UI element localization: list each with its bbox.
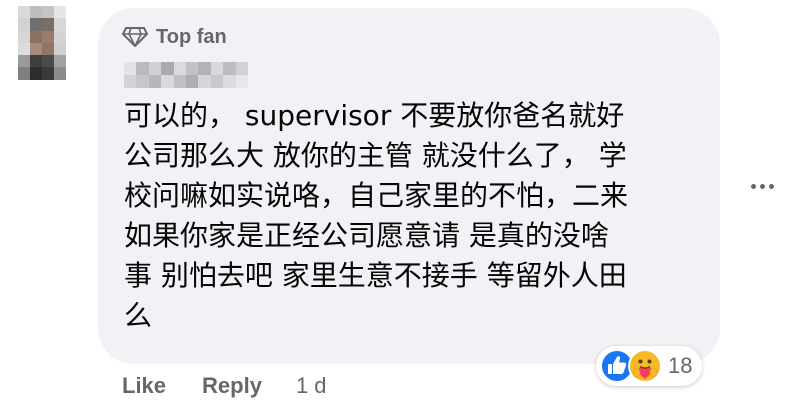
author-name[interactable]: [124, 62, 248, 88]
comment-actions: Like Reply 1 d: [122, 372, 327, 400]
comment-page: Top fan 可以的， supervisor 不要放你爸名就好 公司那么大 放…: [0, 0, 800, 405]
comment-text: 可以的， supervisor 不要放你爸名就好 公司那么大 放你的主管 就没什…: [124, 96, 714, 336]
diamond-icon: [122, 27, 148, 47]
comment-line: 校问嘛如实说咯，自己家里的不怕，二来: [124, 179, 629, 212]
comment-line: 可以的， supervisor 不要放你爸名就好: [124, 99, 625, 132]
top-fan-badge: Top fan: [122, 24, 227, 50]
more-options-button[interactable]: [744, 172, 780, 200]
top-fan-label: Top fan: [156, 25, 227, 48]
reply-button[interactable]: Reply: [202, 373, 262, 399]
comment-line: 事 别怕去吧 家里生意不接手 等留外人田: [124, 259, 627, 292]
comment-line: 么: [124, 299, 153, 332]
comment-line: 公司那么大 放你的主管 就没什么了， 学: [124, 139, 627, 172]
reactions-summary[interactable]: 18: [596, 346, 703, 386]
avatar[interactable]: [18, 6, 66, 80]
reaction-count: 18: [668, 353, 693, 378]
more-options-icon: [750, 183, 756, 189]
comment-line: 如果你家是正经公司愿意请 是真的没啥: [124, 219, 609, 252]
comment-timestamp[interactable]: 1 d: [296, 373, 327, 399]
more-options-icon: [759, 183, 765, 189]
more-options-icon: [768, 183, 774, 189]
care-icon: [628, 349, 662, 383]
like-button[interactable]: Like: [122, 373, 166, 399]
